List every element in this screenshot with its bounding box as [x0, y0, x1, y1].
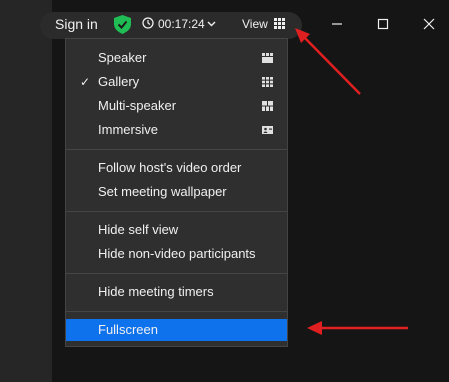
menu-item-label: Follow host's video order: [98, 160, 242, 175]
annotation-arrow-to-fullscreen: [307, 321, 408, 335]
speaker-layout-icon: [262, 53, 273, 63]
menu-item-label: Immersive: [98, 122, 158, 137]
menu-item-immersive[interactable]: Immersive: [66, 119, 287, 141]
view-button[interactable]: View: [242, 17, 268, 31]
menu-item-label: Hide self view: [98, 222, 179, 237]
menu-divider: [66, 273, 287, 274]
menu-item-hide-non-video-participants[interactable]: Hide non-video participants: [66, 243, 287, 265]
menu-divider: [66, 149, 287, 150]
menu-item-label: Speaker: [98, 50, 147, 65]
annotation-arrow-to-view: [295, 28, 361, 95]
menu-item-follow-host-video-order[interactable]: Follow host's video order: [66, 157, 287, 179]
menu-item-gallery[interactable]: ✓ Gallery: [66, 71, 287, 93]
menu-divider: [66, 211, 287, 212]
menu-item-label: Fullscreen: [98, 322, 158, 337]
menu-item-label: Hide non-video participants: [98, 246, 256, 261]
gallery-layout-icon: [262, 77, 273, 87]
menu-item-multi-speaker[interactable]: Multi-speaker: [66, 95, 287, 117]
menu-item-label: Hide meeting timers: [98, 284, 214, 299]
view-dropdown-menu: Speaker ✓ Gallery Multi-speaker Immersiv…: [65, 38, 288, 347]
menu-item-hide-meeting-timers[interactable]: Hide meeting timers: [66, 281, 287, 303]
menu-item-label: Gallery: [98, 74, 140, 89]
menu-divider: [66, 311, 287, 312]
encryption-shield-icon[interactable]: [114, 15, 131, 34]
menu-item-set-meeting-wallpaper[interactable]: Set meeting wallpaper: [66, 181, 287, 203]
menu-item-fullscreen[interactable]: Fullscreen: [66, 319, 287, 341]
chevron-down-icon[interactable]: [207, 21, 216, 27]
maximize-icon[interactable]: [373, 14, 393, 34]
sign-in-button[interactable]: Sign in: [55, 16, 98, 32]
gallery-grid-icon[interactable]: [274, 18, 285, 29]
immersive-layout-icon: [262, 126, 273, 134]
menu-item-label: Set meeting wallpaper: [98, 184, 227, 199]
meeting-timer[interactable]: 00:17:24: [158, 17, 205, 31]
menu-item-speaker[interactable]: Speaker: [66, 47, 287, 69]
menu-item-label: Multi-speaker: [98, 98, 177, 113]
close-icon[interactable]: [419, 14, 439, 34]
menu-item-hide-self-view[interactable]: Hide self view: [66, 219, 287, 241]
side-panel: [0, 0, 52, 382]
checkmark-icon: ✓: [80, 75, 91, 89]
multi-speaker-layout-icon: [262, 101, 273, 111]
clock-icon: [142, 17, 154, 29]
